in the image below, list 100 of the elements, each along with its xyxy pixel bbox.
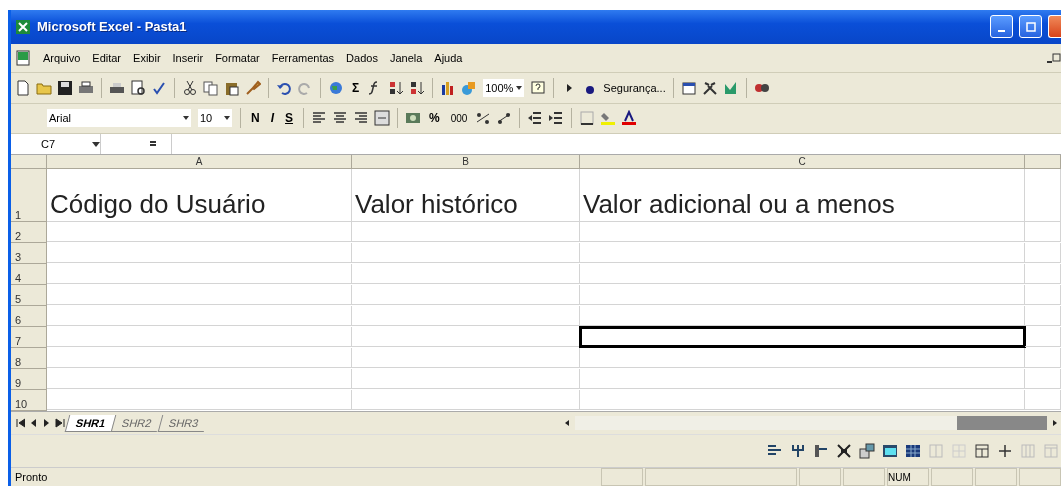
help-icon[interactable]: [530, 79, 547, 96]
menu-item[interactable]: Ajuda: [434, 51, 463, 64]
percent-button[interactable]: %: [426, 111, 443, 126]
columns-icon[interactable]: [859, 443, 875, 460]
table-cell[interactable]: [1025, 369, 1061, 390]
row-header[interactable]: 8: [11, 348, 47, 370]
printer-icon[interactable]: [78, 79, 94, 96]
zoom-field[interactable]: 100%: [482, 77, 526, 98]
table-cell[interactable]: [1025, 222, 1061, 243]
security-button[interactable]: Segurança...: [603, 81, 666, 94]
table-grid-icon[interactable]: [905, 443, 921, 460]
row-header[interactable]: 4: [11, 264, 47, 286]
column-header[interactable]: [1025, 155, 1061, 170]
table-cell[interactable]: [1025, 264, 1061, 285]
sheet-tab[interactable]: SHR3: [157, 414, 209, 432]
row-header[interactable]: 2: [11, 222, 47, 244]
table-cell[interactable]: [352, 285, 580, 306]
window-icon[interactable]: [680, 79, 697, 96]
indent-icon[interactable]: [548, 110, 565, 127]
close-button[interactable]: [1048, 15, 1061, 39]
new-file-icon[interactable]: [15, 79, 31, 96]
row-header[interactable]: 9: [11, 369, 47, 391]
remove-arrows-icon[interactable]: [813, 443, 829, 460]
table-cell[interactable]: [47, 327, 352, 348]
horizontal-scrollbar[interactable]: [575, 416, 1047, 431]
merge-icon[interactable]: [374, 110, 391, 127]
error-check-icon[interactable]: [836, 443, 852, 460]
row-header[interactable]: 6: [11, 306, 47, 328]
table-cell[interactable]: [47, 264, 352, 285]
table-cell[interactable]: [580, 348, 1025, 369]
table-cell[interactable]: [352, 243, 580, 264]
table-cell[interactable]: [1025, 390, 1061, 411]
sheet-tab[interactable]: SHR2: [111, 414, 162, 432]
preview-icon[interactable]: [130, 79, 146, 96]
table-cell[interactable]: [47, 306, 352, 327]
table-cell[interactable]: [352, 222, 580, 243]
table-cell[interactable]: Valor histórico: [352, 169, 580, 223]
menu-item[interactable]: Dados: [346, 51, 378, 64]
table-cell[interactable]: [47, 222, 352, 243]
workbook-icon[interactable]: [15, 49, 31, 66]
table-cell[interactable]: [580, 222, 1025, 243]
column-header[interactable]: A: [47, 155, 352, 170]
row-header[interactable]: 5: [11, 285, 47, 307]
table-cell[interactable]: [580, 327, 1025, 348]
row-header[interactable]: 3: [11, 243, 47, 265]
underline-button[interactable]: S: [282, 111, 297, 126]
table-cell[interactable]: [580, 369, 1025, 390]
menu-item[interactable]: Arquivo: [43, 51, 81, 64]
table-cell[interactable]: Código do Usuário: [47, 169, 352, 223]
minimize-button[interactable]: [990, 15, 1013, 39]
grid-icon[interactable]: [974, 443, 990, 460]
table-cell[interactable]: [47, 348, 352, 369]
outdent-icon[interactable]: [527, 110, 544, 127]
table-cell[interactable]: [1025, 285, 1061, 306]
excel-icon[interactable]: [15, 18, 31, 35]
plus-icon[interactable]: [997, 443, 1013, 460]
font-field[interactable]: Arial: [46, 108, 192, 129]
menu-item[interactable]: Editar: [92, 51, 122, 64]
table-cell[interactable]: [1025, 306, 1061, 327]
row-header[interactable]: 1: [11, 169, 47, 223]
fill-color-icon[interactable]: [600, 110, 617, 127]
tools-icon[interactable]: [701, 79, 718, 96]
menu-item[interactable]: Janela: [389, 51, 423, 64]
table-cell[interactable]: [580, 285, 1025, 306]
autosum-button[interactable]: Σ: [349, 80, 363, 95]
table-cell[interactable]: [580, 243, 1025, 264]
menu-item[interactable]: Exibir: [133, 51, 161, 64]
table-cell[interactable]: [352, 348, 580, 369]
table-cell[interactable]: Valor adicional ou a menos: [580, 169, 1025, 223]
save-icon[interactable]: [57, 79, 73, 96]
name-box[interactable]: C7: [11, 134, 101, 155]
table-cell[interactable]: [352, 306, 580, 327]
column-header[interactable]: C: [580, 155, 1025, 170]
thousands-button[interactable]: 000: [447, 112, 471, 124]
italic-button[interactable]: I: [267, 111, 277, 126]
maximize-button[interactable]: [1019, 15, 1042, 39]
column-header[interactable]: B: [352, 155, 580, 170]
table-cell[interactable]: [1025, 327, 1061, 348]
table-cell[interactable]: [1025, 348, 1061, 369]
table-icon[interactable]: [882, 443, 898, 460]
table-cell[interactable]: [47, 243, 352, 264]
table-cell[interactable]: [580, 390, 1025, 411]
table-cell[interactable]: [580, 264, 1025, 285]
menu-item[interactable]: Inserir: [172, 51, 204, 64]
table-cell[interactable]: [47, 285, 352, 306]
table-cell[interactable]: [352, 369, 580, 390]
bold-button[interactable]: N: [248, 111, 263, 126]
increase-decimal-icon[interactable]: [475, 110, 492, 127]
row-header[interactable]: 10: [11, 390, 47, 412]
globe-icon[interactable]: [328, 79, 344, 96]
sheet-tab[interactable]: SHR1: [64, 414, 116, 432]
table-cell[interactable]: [1025, 169, 1061, 223]
decrease-decimal-icon[interactable]: [496, 110, 513, 127]
font-color-icon[interactable]: [621, 110, 638, 127]
font-size-field[interactable]: 10: [197, 108, 233, 129]
brush-icon[interactable]: [245, 79, 261, 96]
menu-item[interactable]: Ferramentas: [271, 51, 335, 64]
table-cell[interactable]: [47, 390, 352, 411]
trace-dependents-icon[interactable]: [790, 443, 806, 460]
sort-descending-icon[interactable]: [409, 79, 426, 96]
